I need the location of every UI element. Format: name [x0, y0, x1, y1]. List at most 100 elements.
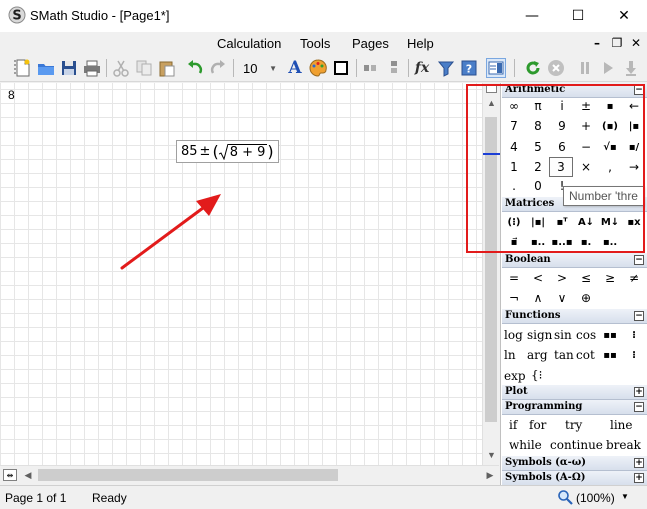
horizontal-scrollbar[interactable]: ⇹ ◀ ▶ — [0, 465, 499, 483]
function-button[interactable]: tan — [554, 348, 574, 362]
panel-header-symbols-latin[interactable]: Symbols (α-ω) + — [502, 456, 647, 471]
toolbar-separator — [106, 59, 107, 77]
chevron-down-icon: ▼ — [269, 64, 277, 73]
collapse-toggle-icon[interactable]: − — [634, 311, 644, 321]
toolbar: 10 ▼ A fx ? — [0, 54, 647, 82]
window-title: SMath Studio - [Page1*] — [30, 8, 170, 23]
redo-icon[interactable] — [208, 58, 228, 78]
symbol-button[interactable]: ≠ — [623, 269, 645, 287]
function-icon-button[interactable]: ⁝ — [623, 326, 645, 344]
function-button[interactable]: exp — [504, 369, 526, 383]
new-document-icon[interactable] — [13, 58, 33, 78]
stop-icon[interactable] — [546, 58, 566, 78]
function-button[interactable]: {⁝ — [531, 368, 542, 382]
filter-icon[interactable] — [436, 58, 456, 78]
fx-label: fx — [414, 60, 430, 76]
paste-icon[interactable] — [157, 58, 177, 78]
open-folder-icon[interactable] — [36, 58, 56, 78]
splitter-handle-icon[interactable]: ⇹ — [3, 469, 17, 481]
play-icon[interactable] — [598, 58, 618, 78]
smath-logo-icon: S — [8, 6, 26, 24]
toolbar-separator — [356, 59, 357, 77]
align-top-icon[interactable] — [384, 58, 404, 78]
function-icon-button[interactable]: ▪▪ — [599, 346, 621, 364]
scroll-left-icon[interactable]: ◀ — [20, 467, 36, 483]
symbol-button[interactable]: < — [527, 269, 549, 287]
expand-toggle-icon[interactable]: + — [634, 458, 644, 468]
panel-header-boolean[interactable]: Boolean − — [502, 253, 647, 268]
help-icon[interactable]: ? — [459, 58, 479, 78]
horizontal-scroll-thumb[interactable] — [38, 469, 338, 481]
program-keyword-button[interactable]: for — [529, 418, 546, 432]
scroll-right-icon[interactable]: ▶ — [482, 467, 498, 483]
panel-header-programming[interactable]: Programming − — [502, 400, 647, 415]
function-button[interactable]: ln — [504, 348, 516, 362]
function-button[interactable]: cos — [576, 328, 596, 342]
text-color-icon[interactable]: A — [285, 58, 305, 78]
panel-header-symbols-greek[interactable]: Symbols (Α-Ω) + — [502, 471, 647, 485]
scroll-down-icon[interactable]: ▼ — [483, 447, 500, 463]
worksheet-canvas[interactable]: 8 85 ± ( 8 + 9 ) — [0, 83, 482, 465]
doc-restore-button[interactable]: ❐ — [609, 35, 625, 51]
symbol-button[interactable]: ≥ — [599, 269, 621, 287]
recalculate-icon[interactable] — [523, 58, 543, 78]
font-size-select[interactable]: 10 ▼ — [240, 59, 280, 78]
border-icon[interactable] — [331, 58, 351, 78]
svg-text:S: S — [12, 9, 21, 24]
palette-icon[interactable] — [308, 58, 328, 78]
function-button[interactable]: log — [504, 328, 523, 342]
align-left-icon[interactable] — [361, 58, 381, 78]
expand-toggle-icon[interactable]: + — [634, 387, 644, 397]
panel-title: Plot — [505, 386, 528, 397]
undo-icon[interactable] — [185, 58, 205, 78]
menu-bar: Calculation Tools Pages Help – ❐ ✕ — [0, 32, 647, 54]
print-icon[interactable] — [82, 58, 102, 78]
symbol-button[interactable]: ¬ — [503, 289, 525, 307]
program-keyword-button[interactable]: break — [606, 438, 641, 452]
symbol-button[interactable]: ∧ — [527, 289, 549, 307]
status-bar: Page 1 of 1 Ready (100%) ▼ — [0, 485, 647, 509]
toolbar-separator — [514, 59, 515, 77]
function-button[interactable]: cot — [576, 348, 595, 362]
doc-minimize-button[interactable]: – — [589, 35, 605, 51]
program-keyword-button[interactable]: line — [610, 418, 633, 432]
menu-calculation[interactable]: Calculation — [217, 36, 281, 51]
doc-close-button[interactable]: ✕ — [628, 35, 644, 51]
maximize-button[interactable]: ☐ — [555, 0, 601, 32]
collapse-toggle-icon[interactable]: − — [634, 402, 644, 412]
symbol-button[interactable]: = — [503, 269, 525, 287]
program-keyword-button[interactable]: while — [509, 438, 542, 452]
symbol-button[interactable]: ∨ — [551, 289, 573, 307]
copy-icon[interactable] — [134, 58, 154, 78]
program-keyword-button[interactable]: if — [509, 418, 517, 432]
function-icon-button[interactable]: ▪▪ — [599, 326, 621, 344]
function-button[interactable]: sin — [554, 328, 572, 342]
save-icon[interactable] — [59, 58, 79, 78]
close-window-button[interactable]: ✕ — [601, 0, 647, 32]
symbol-button[interactable]: ≤ — [575, 269, 597, 287]
minimize-button[interactable]: — — [509, 0, 555, 32]
insert-function-icon[interactable]: fx — [412, 58, 432, 78]
function-button[interactable]: arg — [527, 348, 548, 362]
menu-tools[interactable]: Tools — [300, 36, 330, 51]
panel-header-plot[interactable]: Plot + — [502, 385, 647, 400]
step-down-icon[interactable] — [621, 58, 641, 78]
cut-icon[interactable] — [111, 58, 131, 78]
symbol-button[interactable]: ⊕ — [575, 289, 597, 307]
pause-icon[interactable] — [575, 58, 595, 78]
magnifier-icon[interactable] — [557, 489, 573, 505]
panel-header-functions[interactable]: Functions − — [502, 309, 647, 324]
program-keyword-button[interactable]: continue — [550, 438, 603, 452]
function-button[interactable]: sign — [527, 328, 552, 342]
collapse-toggle-icon[interactable]: − — [634, 255, 644, 265]
program-keyword-button[interactable]: try — [565, 418, 582, 432]
function-icon-button[interactable]: ⁝ — [623, 346, 645, 364]
chevron-down-icon[interactable]: ▼ — [621, 492, 629, 501]
menu-help[interactable]: Help — [407, 36, 434, 51]
menu-pages[interactable]: Pages — [352, 36, 389, 51]
symbol-button[interactable]: > — [551, 269, 573, 287]
panel-toggle-icon[interactable] — [486, 58, 506, 78]
panel-title: Boolean — [505, 254, 551, 265]
zoom-level[interactable]: (100%) — [576, 491, 615, 505]
expand-toggle-icon[interactable]: + — [634, 473, 644, 483]
